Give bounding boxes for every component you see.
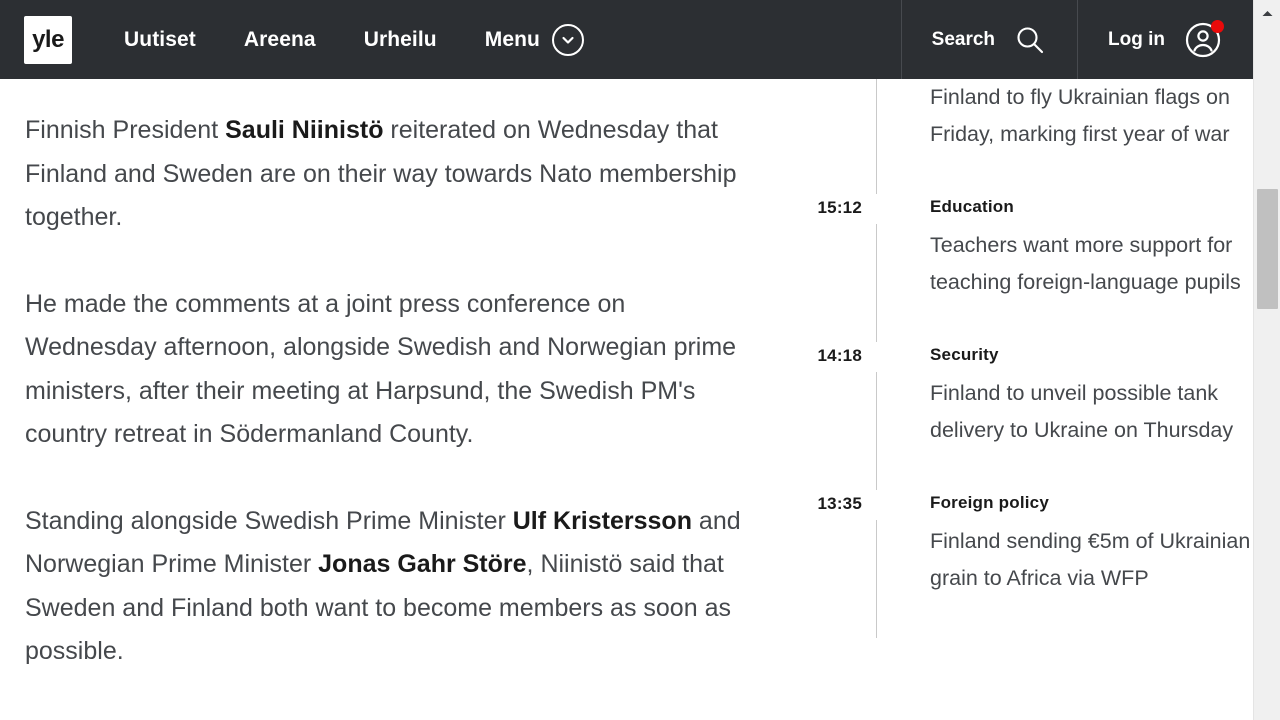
menu-button[interactable]: Menu — [484, 23, 584, 56]
search-icon — [1013, 23, 1047, 57]
news-item-time: 13:35 — [817, 494, 862, 513]
menu-label: Menu — [484, 27, 540, 51]
login-label: Log in — [1108, 28, 1165, 50]
paragraph-text-0a: Finnish President — [25, 116, 226, 144]
page-root: yle Uutiset Areena Urheilu Menu Search L… — [0, 0, 1280, 720]
yle-logo-text: yle — [32, 25, 64, 53]
yle-logo[interactable]: yle — [24, 15, 72, 64]
scroll-up-arrow-icon[interactable] — [1254, 0, 1280, 27]
news-item-body: Education Teachers want more support for… — [876, 196, 1253, 344]
news-item-headline[interactable]: Finland to unveil possible tank delivery… — [930, 375, 1253, 448]
article-paragraph: Standing alongside Swedish Prime Ministe… — [25, 500, 750, 674]
person-name-niinisto: Sauli Niinistö — [225, 116, 384, 144]
page-scrollbar[interactable] — [1253, 0, 1280, 720]
article-paragraph: He made the comments at a joint press co… — [25, 283, 750, 457]
news-item-time: 14:18 — [817, 346, 862, 365]
news-feed-item[interactable]: Finland to fly Ukrainian flags on Friday… — [796, 79, 1253, 196]
paragraph-text-2a: Standing alongside Swedish Prime Ministe… — [25, 506, 513, 535]
news-feed-list: Finland to fly Ukrainian flags on Friday… — [796, 79, 1253, 640]
avatar — [1183, 19, 1224, 60]
person-name-store: Jonas Gahr Störe — [318, 550, 527, 578]
news-feed-item[interactable]: 13:35 Foreign policy Finland sending €5m… — [796, 492, 1253, 640]
login-button[interactable]: Log in — [1077, 0, 1253, 79]
news-item-body: Foreign policy Finland sending €5m of Uk… — [876, 492, 1253, 640]
nav-item-urheilu[interactable]: Urheilu — [364, 28, 437, 52]
header-actions: Search Log in — [900, 0, 1253, 79]
news-item-time: 15:12 — [817, 198, 862, 217]
article-paragraph: Finnish President Sauli Niinistö reitera… — [25, 109, 750, 240]
news-item-body: Finland to fly Ukrainian flags on Friday… — [876, 79, 1253, 196]
notification-badge-dot — [1211, 19, 1224, 33]
news-item-headline[interactable]: Finland sending €5m of Ukrainian grain t… — [930, 523, 1253, 596]
site-header: yle Uutiset Areena Urheilu Menu Search L… — [0, 0, 1253, 79]
search-label: Search — [931, 28, 996, 50]
news-feed-item[interactable]: 15:12 Education Teachers want more suppo… — [796, 196, 1253, 344]
news-item-category[interactable]: Security — [930, 344, 1253, 366]
article-body: Finnish President Sauli Niinistö reitera… — [0, 79, 790, 717]
news-feed-sidebar[interactable]: Finland to fly Ukrainian flags on Friday… — [790, 79, 1253, 720]
nav-item-uutiset[interactable]: Uutiset — [124, 28, 196, 52]
news-feed-item[interactable]: 14:18 Security Finland to unveil possibl… — [796, 344, 1253, 492]
news-item-body: Security Finland to unveil possible tank… — [876, 344, 1253, 492]
main-navigation: Uutiset Areena Urheilu Menu — [124, 23, 584, 56]
paragraph-text-1a: He made the comments at a joint press co… — [25, 289, 737, 449]
news-item-headline[interactable]: Teachers want more support for teaching … — [930, 227, 1253, 300]
scrollbar-thumb[interactable] — [1257, 189, 1278, 309]
chevron-down-icon — [551, 23, 584, 56]
search-button[interactable]: Search — [900, 0, 1077, 79]
news-item-category[interactable]: Education — [930, 196, 1253, 218]
news-item-category[interactable]: Foreign policy — [930, 492, 1253, 514]
person-name-kristersson: Ulf Kristersson — [512, 506, 692, 535]
nav-item-areena[interactable]: Areena — [244, 28, 316, 52]
news-item-headline[interactable]: Finland to fly Ukrainian flags on Friday… — [930, 79, 1253, 152]
